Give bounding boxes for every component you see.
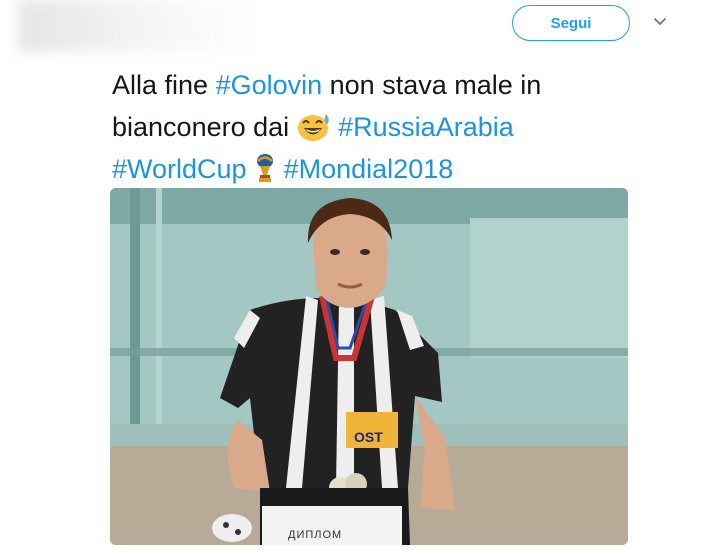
text-segment bbox=[276, 154, 284, 184]
grinning-sweat-emoji bbox=[297, 114, 329, 141]
hashtag-worldcup[interactable]: #WorldCup bbox=[112, 154, 247, 184]
world-cup-trophy-icon bbox=[257, 154, 274, 182]
follow-button[interactable]: Segui bbox=[512, 5, 630, 41]
hashtag-mondial2018[interactable]: #Mondial2018 bbox=[284, 154, 454, 184]
shirt-sponsor-text: OST bbox=[354, 429, 383, 445]
diploma-sign-text: ДИПЛОМ bbox=[288, 529, 342, 541]
tweet-photo[interactable]: OST ДИПЛОМ bbox=[110, 188, 628, 545]
tweet-header: Segui bbox=[0, 0, 712, 60]
tweet-line-2: bianconero dai #RussiaArabia bbox=[112, 106, 672, 148]
tweet-text: Alla fine #Golovin non stava male in bia… bbox=[112, 64, 672, 190]
hashtag-russiaarabia[interactable]: #RussiaArabia bbox=[338, 112, 514, 142]
text-segment: Alla fine bbox=[112, 70, 216, 100]
chevron-down-icon[interactable] bbox=[652, 14, 668, 30]
hashtag-golovin[interactable]: #Golovin bbox=[216, 70, 323, 100]
blurred-user-info bbox=[18, 0, 258, 52]
text-segment: non stava male in bbox=[322, 70, 542, 100]
tweet-line-3: #WorldCup #Mondial2018 bbox=[112, 148, 672, 190]
text-segment: bianconero dai bbox=[112, 112, 297, 142]
text-segment bbox=[247, 154, 255, 184]
tweet-line-1: Alla fine #Golovin non stava male in bbox=[112, 64, 672, 106]
photo-illustration: OST ДИПЛОМ bbox=[110, 188, 628, 545]
